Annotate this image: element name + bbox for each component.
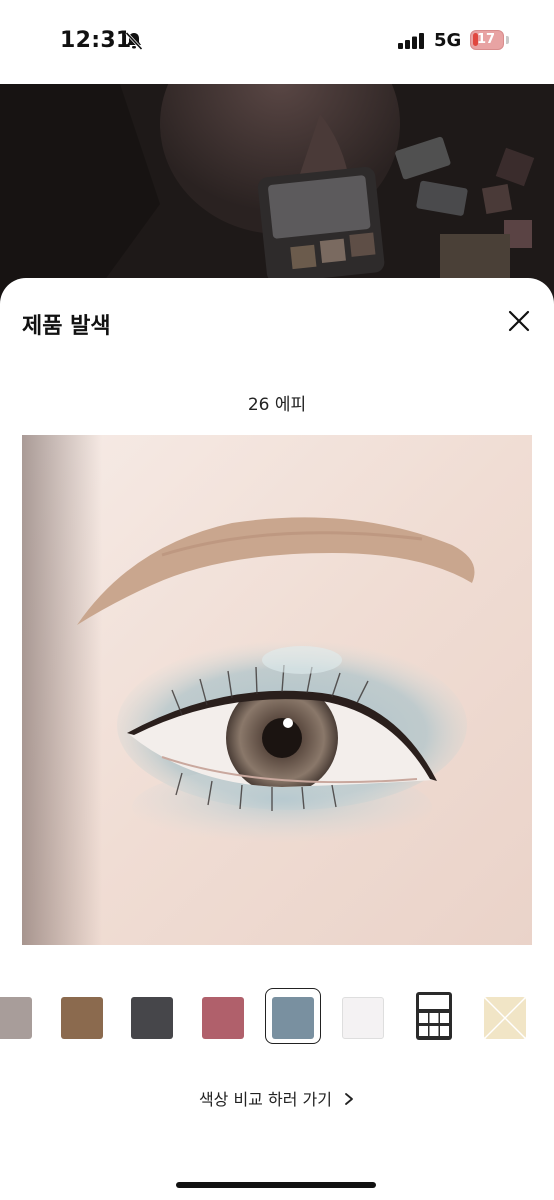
signal-bars-icon — [398, 33, 424, 49]
swatch-1[interactable] — [0, 997, 32, 1039]
product-swatch-sheet: 제품 발색 26 에피 색상 비교 하러 가기 — [0, 278, 554, 1200]
compare-link-label: 색상 비교 하러 가기 — [198, 1090, 332, 1109]
chevron-right-icon — [345, 1093, 353, 1105]
battery-charging-icon: 17 — [470, 30, 504, 50]
network-type: 5G — [434, 30, 462, 51]
battery-percent: 17 — [476, 32, 496, 47]
compare-colors-link[interactable]: 색상 비교 하러 가기 — [0, 1086, 554, 1110]
eye-swatch-art — [22, 435, 532, 945]
battery-cap — [506, 36, 509, 44]
status-bar: 12:31 5G 17 — [0, 0, 554, 84]
eye-swatch-image — [22, 435, 532, 945]
sheet-title: 제품 발색 — [22, 314, 111, 339]
swatch-selector — [0, 988, 554, 1058]
swatch-6[interactable] — [342, 997, 384, 1039]
palette-icon[interactable] — [415, 991, 453, 1041]
shade-name: 26 에피 — [247, 395, 307, 415]
swatch-5[interactable] — [272, 997, 314, 1039]
home-indicator — [176, 1182, 376, 1188]
swatch-2[interactable] — [61, 997, 103, 1039]
bell-slash-icon — [125, 31, 143, 51]
swatch-3[interactable] — [131, 997, 173, 1039]
swatch-8[interactable] — [484, 997, 526, 1039]
status-time: 12:31 — [60, 28, 132, 53]
swatch-4[interactable] — [202, 997, 244, 1039]
close-icon[interactable] — [504, 306, 534, 336]
